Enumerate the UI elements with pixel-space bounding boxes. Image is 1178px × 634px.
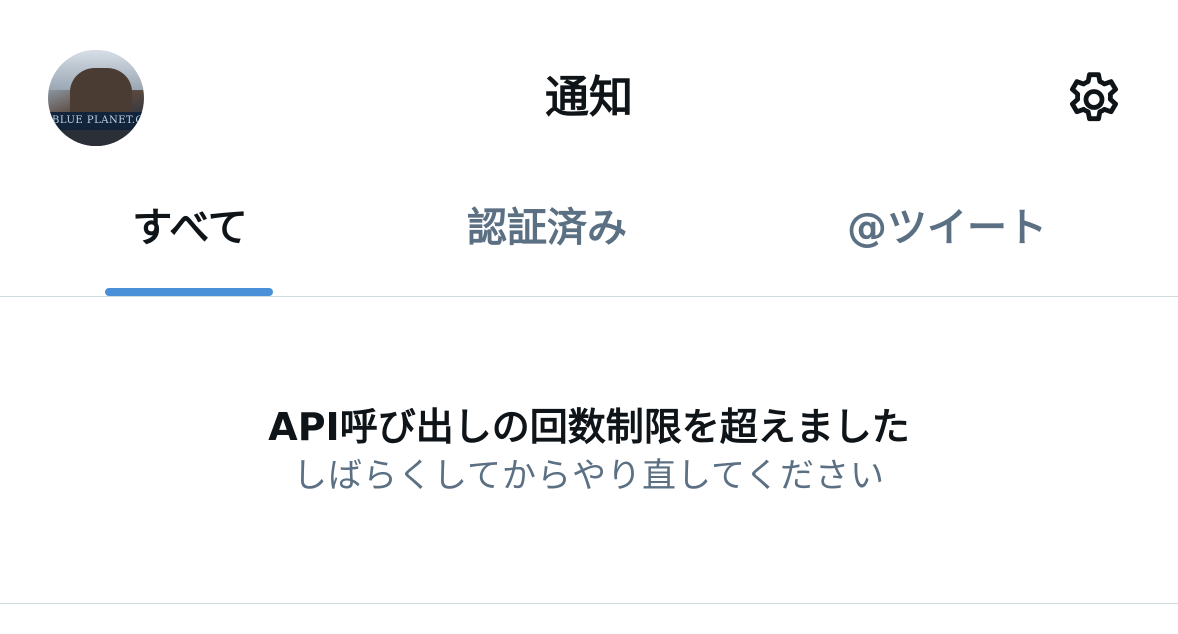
content-divider [0, 603, 1178, 604]
tab-verified[interactable]: 認証済み [416, 180, 678, 296]
tab-all-label: すべて [132, 205, 248, 251]
active-tab-indicator [105, 288, 273, 296]
tab-verified-label: 認証済み [467, 205, 627, 251]
notifications-screen: BLUE PLANET.ORG 通知 すべて 認証済み @ツイート API呼び出… [0, 0, 1178, 634]
settings-button[interactable] [1060, 66, 1128, 134]
error-title: API呼び出しの回数制限を超えました [268, 405, 910, 449]
tab-mentions[interactable]: @ツイート [806, 180, 1088, 296]
error-subtitle: しばらくしてからやり直してください [293, 456, 885, 496]
tabs-divider [0, 296, 1178, 297]
page-title: 通知 [545, 72, 633, 123]
gear-icon [1070, 72, 1118, 122]
tab-mentions-label: @ツイート [847, 205, 1047, 251]
avatar-photo-ground [48, 130, 144, 146]
tab-all[interactable]: すべて [60, 180, 320, 296]
notification-tabs: すべて 認証済み @ツイート [0, 180, 1178, 296]
